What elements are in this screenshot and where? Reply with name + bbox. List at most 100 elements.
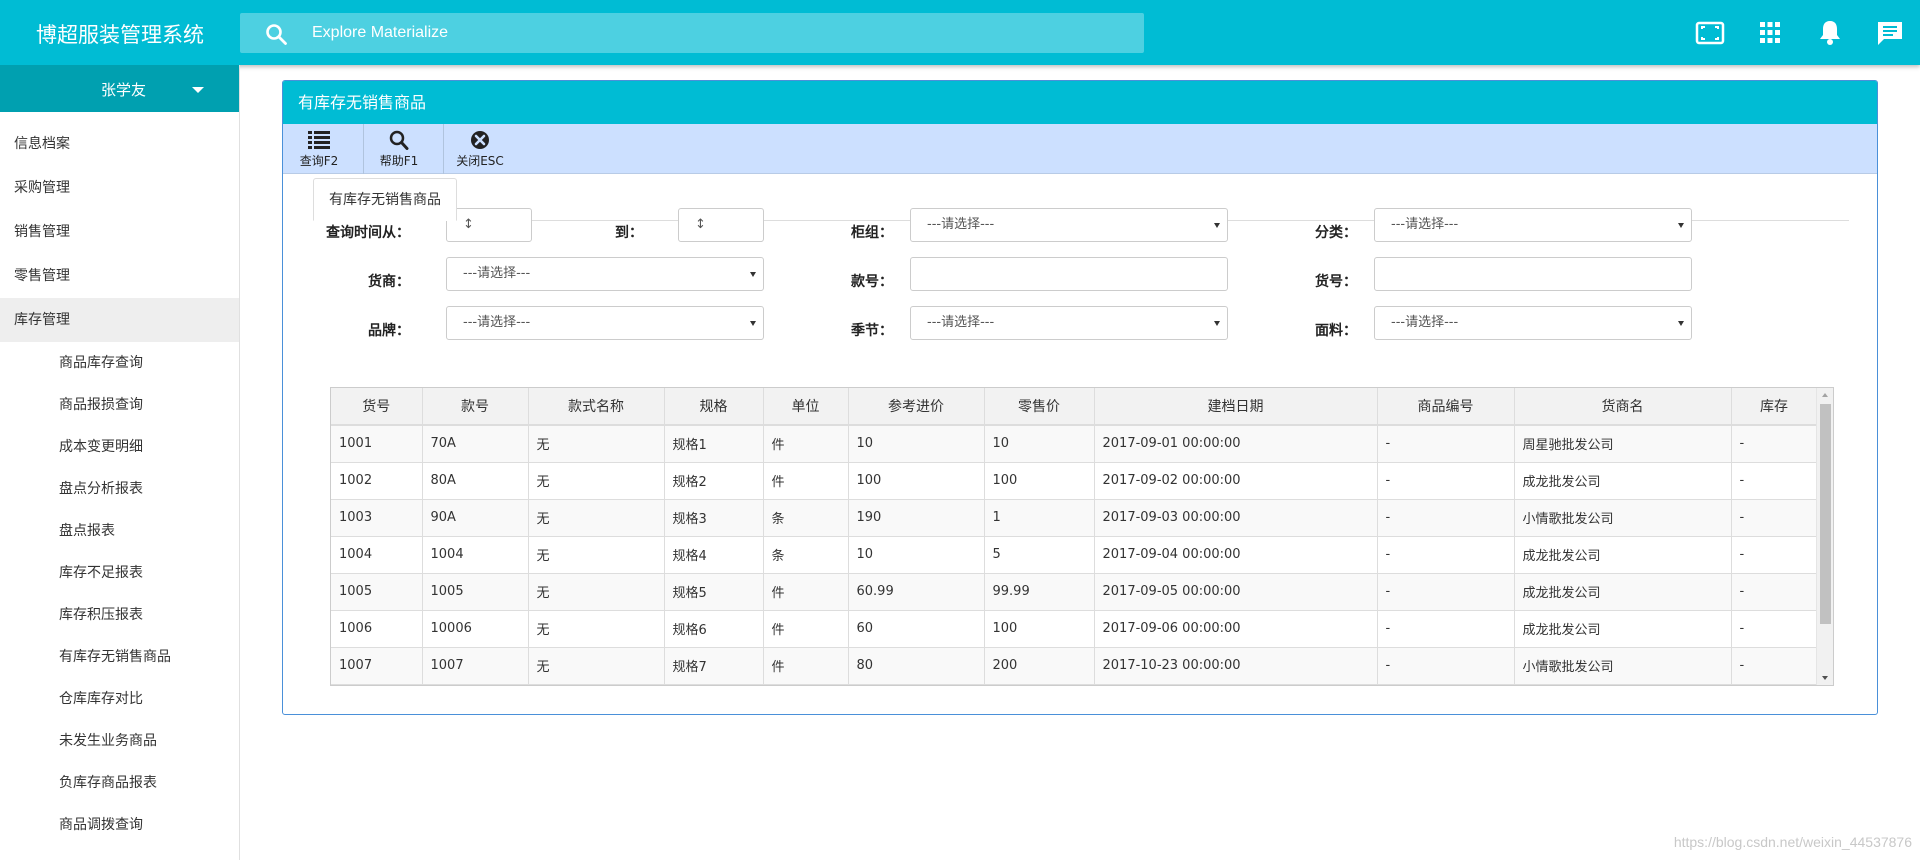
- column-header[interactable]: 库存: [1731, 388, 1818, 426]
- category-label: 分类：: [1315, 225, 1357, 241]
- table-row[interactable]: 1006 10006 无规格6 件 60 100 2017-09-06 00:00:00- 成…: [331, 610, 1818, 648]
- brand-label: 品牌：: [368, 323, 410, 339]
- dropdown-arrow-icon: [1678, 223, 1684, 228]
- sidebar-subitem[interactable]: 盘点分析报表: [0, 468, 239, 510]
- sidebar-subitem[interactable]: 商品报损查询: [0, 384, 239, 426]
- date-from-input[interactable]: ↕: [446, 208, 532, 242]
- table-cell: 件: [763, 462, 849, 500]
- sidebar-menu: 信息档案 采购管理 销售管理 零售管理 库存管理 商品库存查询 商品报损查询 成…: [0, 122, 239, 846]
- table-cell: 80: [848, 647, 985, 685]
- sidebar-subitem[interactable]: 负库存商品报表: [0, 762, 239, 804]
- sidebar-item-purchase[interactable]: 采购管理: [0, 166, 239, 210]
- column-header[interactable]: 货号: [331, 388, 423, 426]
- brand-select[interactable]: ---请选择---: [446, 306, 764, 340]
- date-to-input[interactable]: ↕: [678, 208, 764, 242]
- column-header[interactable]: 商品编号: [1377, 388, 1515, 426]
- column-header[interactable]: 零售价: [984, 388, 1095, 426]
- query-button-label: 查询F2: [299, 154, 339, 168]
- sidebar-item-inventory[interactable]: 库存管理: [0, 298, 239, 342]
- season-label: 季节：: [851, 323, 893, 339]
- table-cell: 1004: [422, 536, 529, 574]
- search-input[interactable]: Explore Materialize: [312, 13, 448, 53]
- sidebar-item-retail[interactable]: 零售管理: [0, 254, 239, 298]
- user-dropdown[interactable]: 张学友: [0, 65, 239, 112]
- table-cell: 无: [528, 536, 665, 574]
- report-panel: 有库存无销售商品 查询F2 帮助F1 关闭ESC 有库存无销售商品 查询时间从：…: [282, 80, 1878, 715]
- season-select[interactable]: ---请选择---: [910, 306, 1228, 340]
- table-row[interactable]: 1005 1005 无规格5 件 60.99 99.99 2017-09-05 00:00:…: [331, 573, 1818, 611]
- counter-select[interactable]: ---请选择---: [910, 208, 1228, 242]
- sidebar-subitem[interactable]: 未发生业务商品: [0, 720, 239, 762]
- column-header[interactable]: 规格: [664, 388, 764, 426]
- fabric-select[interactable]: ---请选择---: [1374, 306, 1692, 340]
- fullscreen-icon[interactable]: [1695, 20, 1725, 46]
- panel-title: 有库存无销售商品: [283, 81, 1877, 124]
- category-select[interactable]: ---请选择---: [1374, 208, 1692, 242]
- table-cell: -: [1731, 647, 1818, 685]
- table-row[interactable]: 1001 70A 无规格1 件 10 10 2017-09-01 00:00:00- 周星驰批…: [331, 425, 1818, 463]
- table-cell: 无: [528, 610, 665, 648]
- table-cell: 1004: [331, 536, 423, 574]
- help-button[interactable]: 帮助F1: [373, 128, 425, 170]
- table-row[interactable]: 1004 1004 无规格4 条 10 5 2017-09-04 00:00:00- 成龙批发…: [331, 536, 1818, 574]
- notification-bell-icon[interactable]: [1815, 20, 1845, 46]
- scroll-down-arrow-icon[interactable]: [1822, 676, 1828, 680]
- sidebar-subitem[interactable]: 库存积压报表: [0, 594, 239, 636]
- table-cell: 成龙批发公司: [1514, 462, 1732, 500]
- sidebar-subitem[interactable]: 成本变更明细: [0, 426, 239, 468]
- close-button-label: 关闭ESC: [456, 154, 504, 168]
- sidebar-subitem[interactable]: 商品调拨查询: [0, 804, 239, 846]
- table-cell: -: [1377, 425, 1515, 463]
- table-cell: -: [1731, 610, 1818, 648]
- supplier-select[interactable]: ---请选择---: [446, 257, 764, 291]
- table-cell: 10006: [422, 610, 529, 648]
- column-header[interactable]: 货商名: [1514, 388, 1732, 426]
- sidebar-subitem[interactable]: 仓库库存对比: [0, 678, 239, 720]
- table-cell: 周星驰批发公司: [1514, 425, 1732, 463]
- season-select-value: ---请选择---: [927, 315, 995, 330]
- sidebar-subitem[interactable]: 盘点报表: [0, 510, 239, 552]
- scrollbar-thumb[interactable]: [1820, 404, 1831, 624]
- table-cell: 2017-10-23 00:00:00: [1094, 647, 1378, 685]
- close-button[interactable]: 关闭ESC: [451, 128, 509, 170]
- query-button[interactable]: 查询F2: [293, 128, 345, 170]
- column-header[interactable]: 款式名称: [528, 388, 665, 426]
- table-cell: -: [1377, 499, 1515, 537]
- counter-label: 柜组：: [851, 225, 893, 241]
- vertical-scrollbar[interactable]: [1816, 388, 1833, 685]
- table-header-row: 货号 款号 款式名称 规格 单位 参考进价 零售价 建档日期 商品编号 货商名 …: [331, 388, 1818, 426]
- sidebar-subitem[interactable]: 库存不足报表: [0, 552, 239, 594]
- scroll-up-arrow-icon[interactable]: [1822, 393, 1828, 397]
- item-no-input[interactable]: [1374, 257, 1692, 291]
- table-cell: 90A: [422, 499, 529, 537]
- table-cell: 件: [763, 573, 849, 611]
- apps-grid-icon[interactable]: [1755, 20, 1785, 46]
- chat-message-icon[interactable]: [1875, 20, 1905, 46]
- column-header[interactable]: 建档日期: [1094, 388, 1378, 426]
- table-cell: 60: [848, 610, 985, 648]
- table-cell: 规格5: [664, 573, 764, 611]
- table-row[interactable]: 1002 80A 无规格2 件 100 100 2017-09-02 00:00:00- 成龙…: [331, 462, 1818, 500]
- table-cell: 2017-09-06 00:00:00: [1094, 610, 1378, 648]
- column-header[interactable]: 单位: [763, 388, 849, 426]
- table-cell: 10: [848, 425, 985, 463]
- column-header[interactable]: 参考进价: [848, 388, 985, 426]
- table-row[interactable]: 1007 1007 无规格7 件 80 200 2017-10-23 00:00:00- 小情…: [331, 647, 1818, 685]
- table-cell: 100: [848, 462, 985, 500]
- tab-report[interactable]: 有库存无销售商品: [313, 178, 457, 221]
- sidebar-subitem-active[interactable]: 有库存无销售商品: [0, 636, 239, 678]
- sidebar-subitem[interactable]: 商品库存查询: [0, 342, 239, 384]
- search-bar[interactable]: Explore Materialize: [240, 13, 1144, 53]
- column-header[interactable]: 款号: [422, 388, 529, 426]
- sidebar-item-sales[interactable]: 销售管理: [0, 210, 239, 254]
- sidebar: 张学友 信息档案 采购管理 销售管理 零售管理 库存管理 商品库存查询 商品报损…: [0, 65, 240, 860]
- dropdown-arrow-icon: [1678, 321, 1684, 326]
- table-cell: 成龙批发公司: [1514, 536, 1732, 574]
- table-cell: 190: [848, 499, 985, 537]
- table-row[interactable]: 1003 90A 无规格3 条 190 1 2017-09-03 00:00:00- 小情歌批…: [331, 499, 1818, 537]
- sidebar-item-info-archive[interactable]: 信息档案: [0, 122, 239, 166]
- style-no-input[interactable]: [910, 257, 1228, 291]
- table-cell: -: [1731, 536, 1818, 574]
- table-cell: 小情歌批发公司: [1514, 499, 1732, 537]
- data-grid: 货号 款号 款式名称 规格 单位 参考进价 零售价 建档日期 商品编号 货商名 …: [330, 387, 1834, 686]
